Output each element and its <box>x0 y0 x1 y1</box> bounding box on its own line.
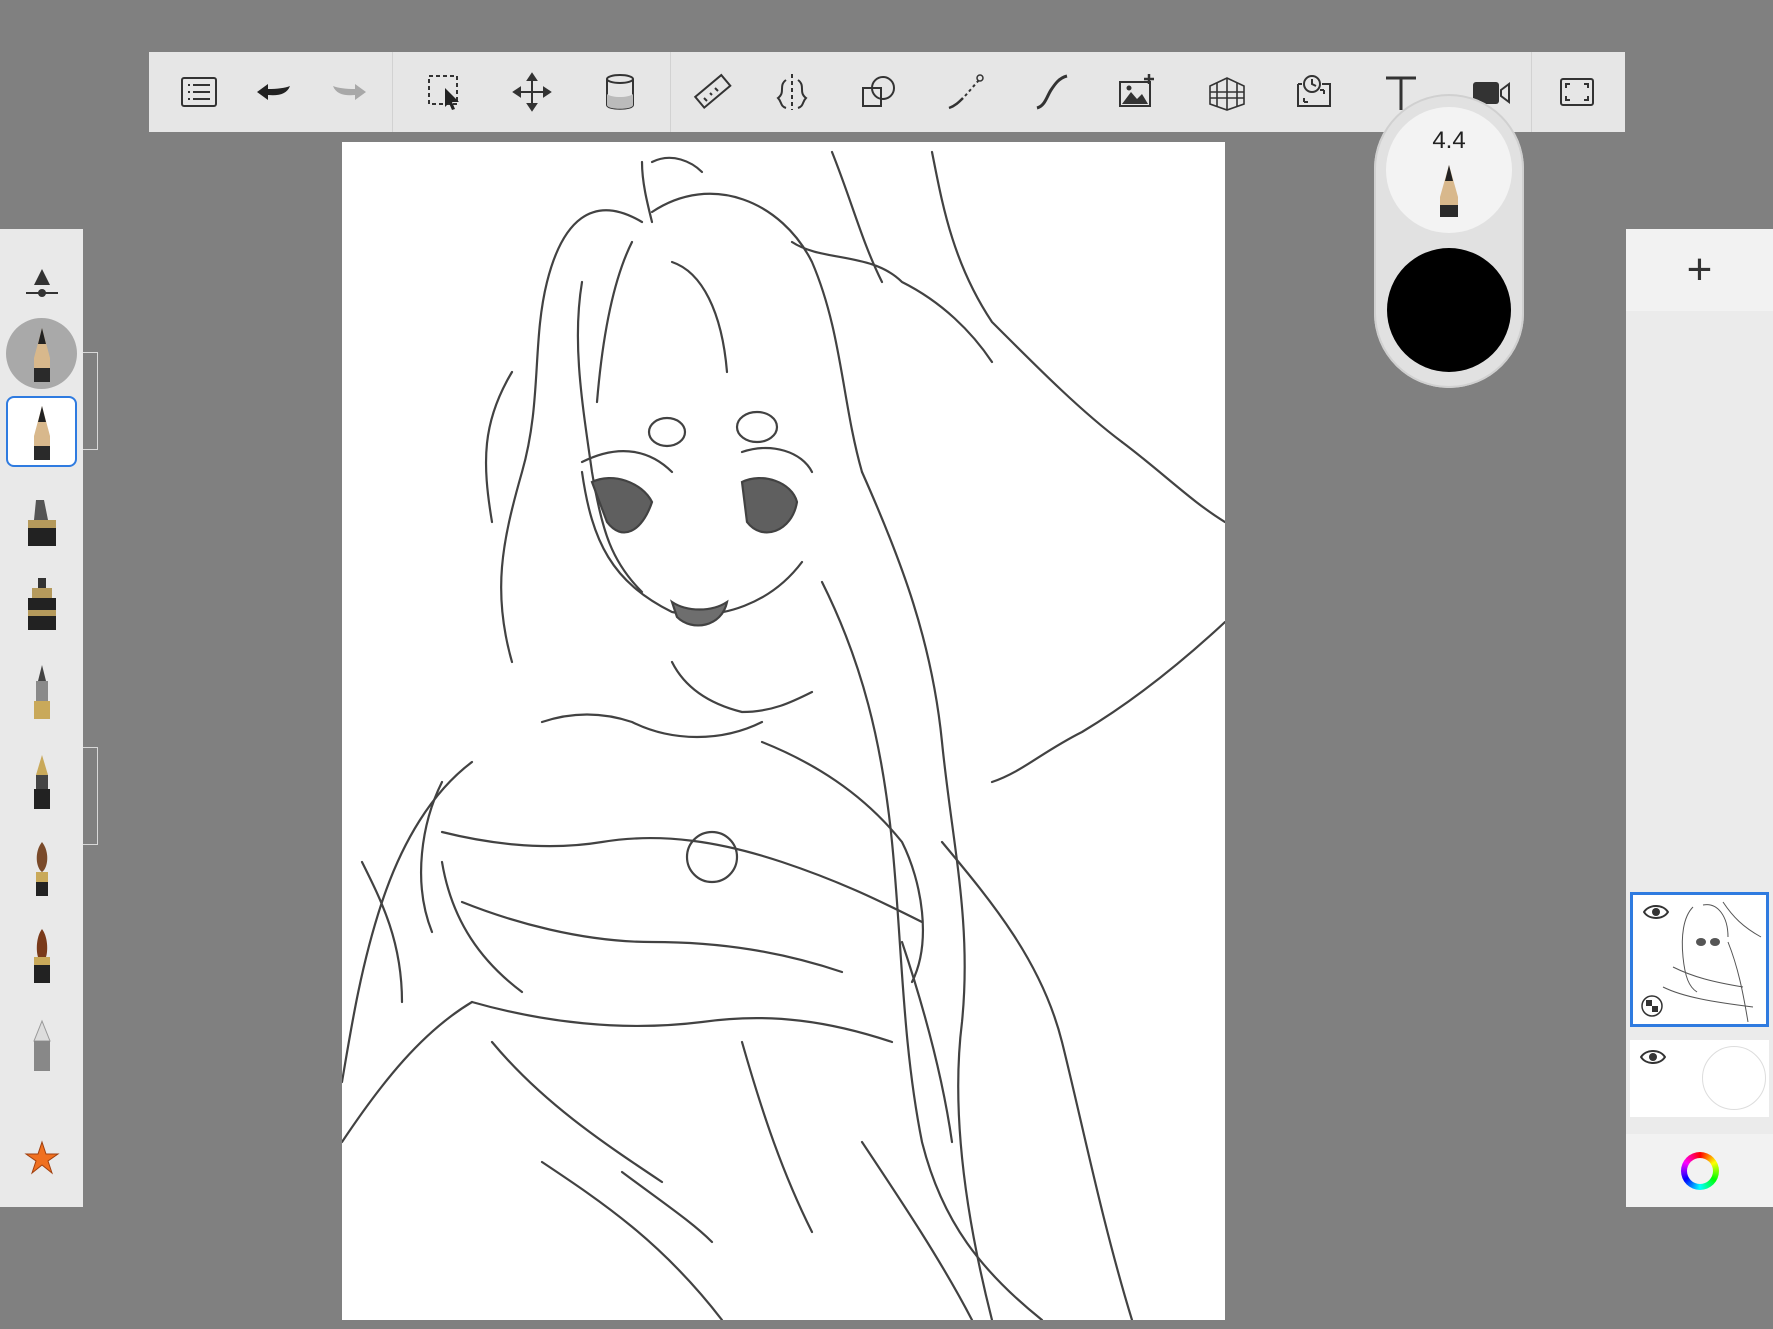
drawing-canvas[interactable] <box>342 142 1225 1320</box>
time-lapse-icon[interactable] <box>1288 66 1340 118</box>
paint-brush[interactable] <box>6 832 77 903</box>
add-layer-button[interactable]: + <box>1626 229 1773 311</box>
marker-brush-brown[interactable] <box>6 919 77 990</box>
blend-mode-icon[interactable] <box>1641 995 1663 1017</box>
brush-size-puck[interactable]: 4.4 <box>1386 107 1512 233</box>
transform-icon[interactable] <box>506 66 558 118</box>
layer-2[interactable] <box>1630 1040 1769 1117</box>
sketch-drawing <box>342 150 1225 1320</box>
ruler-icon[interactable] <box>686 66 738 118</box>
color-editor-button[interactable] <box>1626 1134 1773 1207</box>
eraser-brush[interactable] <box>6 1009 77 1080</box>
layer-thumbnail-sketch <box>1662 901 1762 1022</box>
color-wheel-icon <box>1680 1151 1719 1190</box>
visibility-eye-icon[interactable] <box>1640 1048 1666 1066</box>
fountain-pen-brush[interactable] <box>6 745 77 816</box>
layer-color-preview <box>1702 1046 1766 1110</box>
add-image-icon[interactable] <box>1111 66 1163 118</box>
pencil-brush[interactable] <box>6 318 77 389</box>
favorites-icon[interactable] <box>6 1122 77 1193</box>
brush-settings-icon[interactable] <box>6 247 77 318</box>
brush-size-value: 4.4 <box>1432 127 1466 154</box>
inkpen-brush[interactable] <box>6 568 77 639</box>
selection-bracket <box>83 747 98 845</box>
perspective-icon[interactable] <box>1201 66 1253 118</box>
undo-icon[interactable] <box>247 66 299 118</box>
redo-icon[interactable] <box>324 66 376 118</box>
symmetry-icon[interactable] <box>766 66 818 118</box>
brush-library-panel <box>0 229 98 1207</box>
fineliner-brush[interactable] <box>6 655 77 726</box>
marker-brush[interactable] <box>6 484 77 555</box>
shape-icon[interactable] <box>853 66 905 118</box>
layer-1[interactable] <box>1630 892 1769 1027</box>
layers-panel: + <box>1626 229 1773 1207</box>
pencil-icon <box>1440 165 1458 217</box>
fullscreen-icon[interactable] <box>1551 66 1603 118</box>
menu-icon[interactable] <box>173 66 225 118</box>
stroke-icon[interactable] <box>939 66 991 118</box>
brush-color-swatch[interactable] <box>1387 248 1511 372</box>
color-wheel-center <box>1686 1157 1713 1184</box>
fill-icon[interactable] <box>594 66 646 118</box>
toolbar-divider <box>392 52 393 132</box>
pencil-brush-selected[interactable] <box>6 396 77 467</box>
toolbar-divider <box>1531 52 1532 132</box>
selection-bracket <box>83 352 98 450</box>
toolbar-divider <box>670 52 671 132</box>
curve-icon[interactable] <box>1025 66 1077 118</box>
selection-icon[interactable] <box>419 66 471 118</box>
brush-puck[interactable]: 4.4 <box>1374 94 1524 388</box>
